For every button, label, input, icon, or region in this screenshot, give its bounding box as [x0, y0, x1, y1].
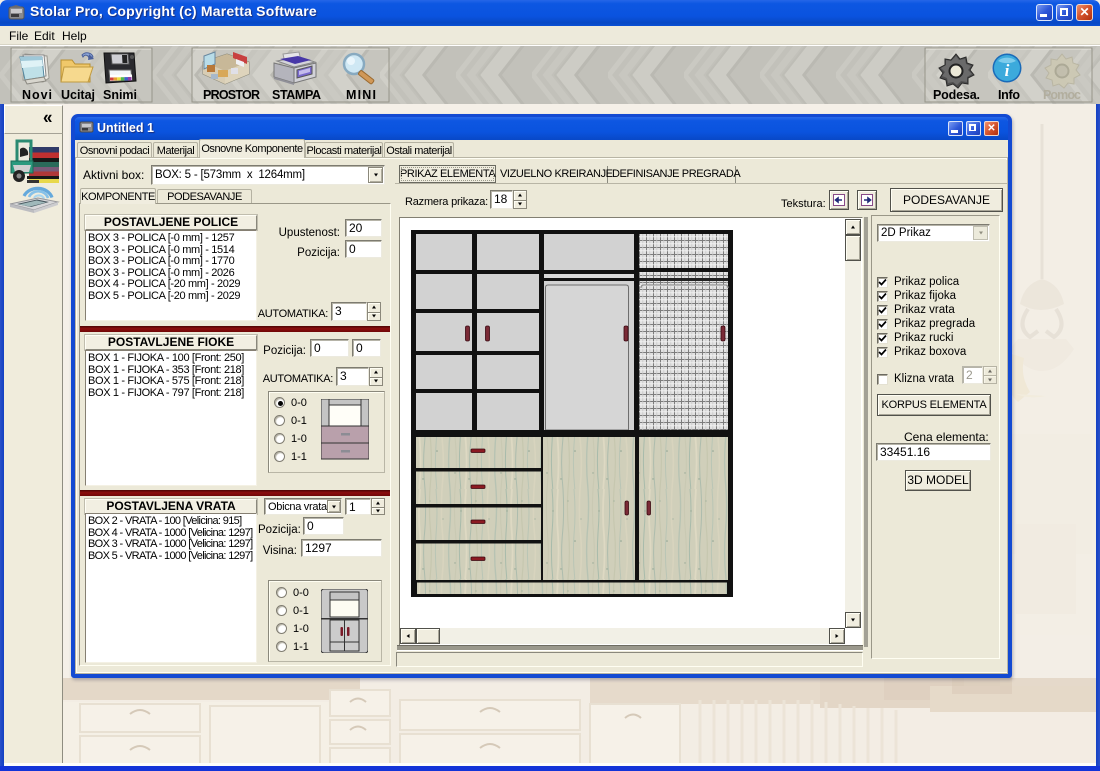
svg-text:Novi: Novi	[22, 88, 52, 102]
svg-text:Snimi: Snimi	[103, 88, 137, 102]
svg-text:Podesa.: Podesa.	[933, 88, 980, 102]
svg-text:PROSTOR: PROSTOR	[203, 88, 260, 102]
svg-text:Info: Info	[998, 88, 1020, 102]
svg-text:i: i	[1005, 61, 1010, 80]
svg-text:Ucitaj: Ucitaj	[61, 88, 95, 102]
svg-text:STAMPA: STAMPA	[272, 88, 321, 102]
svg-text:Pomoc: Pomoc	[1043, 88, 1081, 102]
